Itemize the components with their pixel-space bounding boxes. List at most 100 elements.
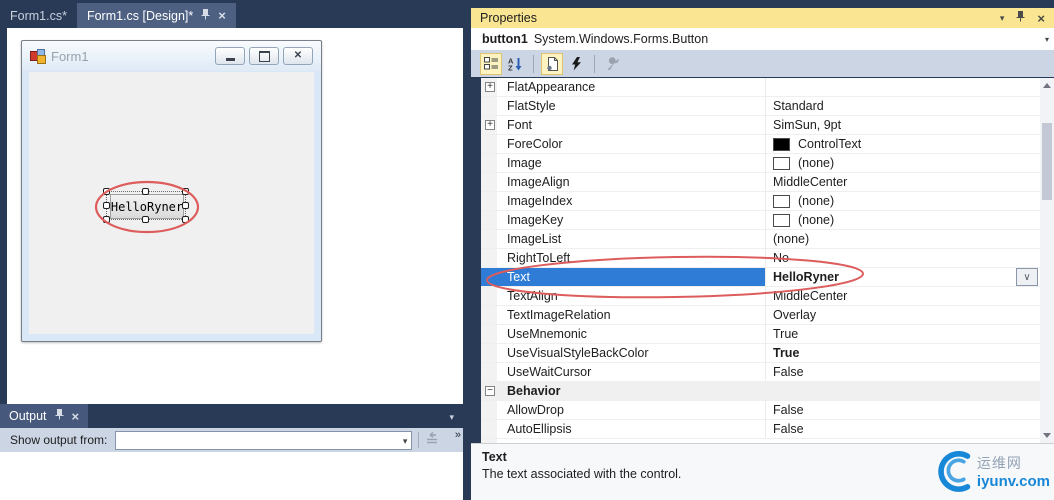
property-name-cell[interactable]: ImageAlign <box>481 173 765 191</box>
selection-handle[interactable] <box>182 188 189 195</box>
property-name-cell[interactable]: − Behavior <box>481 382 765 400</box>
collapse-icon[interactable]: − <box>485 386 495 396</box>
selection-handle[interactable] <box>182 216 189 223</box>
property-name-cell[interactable]: ForeColor <box>481 135 765 153</box>
chevron-down-icon[interactable]: ▾ <box>1045 35 1049 44</box>
property-value-cell[interactable]: SimSun, 9pt <box>765 116 1040 134</box>
property-name-cell[interactable]: UseMnemonic <box>481 325 765 343</box>
property-row[interactable]: FlatStyle Standard <box>481 97 1040 116</box>
property-value-cell[interactable]: MiddleCenter <box>765 173 1040 191</box>
property-name-cell[interactable]: FlatStyle <box>481 97 765 115</box>
close-icon[interactable]: × <box>1037 11 1045 26</box>
property-value-cell[interactable]: MiddleCenter <box>765 287 1040 305</box>
expand-icon[interactable]: + <box>485 82 495 92</box>
property-value-cell[interactable]: True <box>765 344 1040 362</box>
property-pages-icon[interactable] <box>602 53 624 75</box>
property-name-cell[interactable]: Text <box>481 268 765 286</box>
property-row[interactable]: Text HelloRyner ∨ <box>481 268 1040 287</box>
pin-icon[interactable] <box>1016 11 1025 25</box>
selection-handle[interactable] <box>103 216 110 223</box>
property-value-cell[interactable]: Standard <box>765 97 1040 115</box>
tab-form1-cs[interactable]: Form1.cs* <box>0 3 77 28</box>
property-category-row[interactable]: − Behavior <box>481 382 1040 401</box>
output-content[interactable] <box>0 452 463 500</box>
property-value-cell[interactable]: (none) <box>765 230 1040 248</box>
events-icon[interactable] <box>565 53 587 75</box>
property-row[interactable]: AutoEllipsis False <box>481 420 1040 439</box>
property-name-cell[interactable]: ImageList <box>481 230 765 248</box>
property-row[interactable]: ImageIndex (none) <box>481 192 1040 211</box>
property-row[interactable]: UseMnemonic True <box>481 325 1040 344</box>
property-row[interactable]: UseWaitCursor False <box>481 363 1040 382</box>
property-row[interactable]: RightToLeft No <box>481 249 1040 268</box>
property-row[interactable]: UseVisualStyleBackColor True <box>481 344 1040 363</box>
close-icon[interactable]: × <box>72 409 80 424</box>
property-row[interactable]: ImageKey (none) <box>481 211 1040 230</box>
categorized-icon[interactable] <box>480 52 502 75</box>
output-source-combobox[interactable]: ▾ <box>115 430 413 450</box>
pin-icon[interactable] <box>201 8 210 23</box>
message-list-icon[interactable] <box>425 431 441 449</box>
close-icon[interactable]: × <box>218 8 226 23</box>
pin-icon[interactable] <box>55 409 64 423</box>
output-window-dropdown-icon[interactable]: ▾ <box>449 412 454 423</box>
property-value: False <box>773 422 804 436</box>
property-name-cell[interactable]: ImageIndex <box>481 192 765 210</box>
selection-handle[interactable] <box>103 202 110 209</box>
selection-handle[interactable] <box>103 188 110 195</box>
property-name-cell[interactable]: Image <box>481 154 765 172</box>
selection-handle[interactable] <box>182 202 189 209</box>
scroll-up-icon[interactable] <box>1043 83 1051 88</box>
property-row[interactable]: TextAlign MiddleCenter <box>481 287 1040 306</box>
property-row[interactable]: Image (none) <box>481 154 1040 173</box>
property-value-cell[interactable]: Overlay <box>765 306 1040 324</box>
properties-page-icon[interactable] <box>541 52 563 75</box>
property-value-cell[interactable]: False <box>765 420 1040 438</box>
chevron-down-icon[interactable]: ▾ <box>403 436 408 446</box>
property-value-cell[interactable]: No <box>765 249 1040 267</box>
property-row[interactable]: TextImageRelation Overlay <box>481 306 1040 325</box>
scroll-down-icon[interactable] <box>1043 433 1051 438</box>
property-grid[interactable]: + FlatAppearance FlatStyle Standard + Font Sim… <box>481 78 1040 443</box>
property-name-cell[interactable]: ImageKey <box>481 211 765 229</box>
toolbar-overflow-icon[interactable]: » <box>455 429 461 441</box>
tab-form1-cs-design[interactable]: Form1.cs [Design]* × <box>76 3 236 28</box>
property-name-cell[interactable]: UseVisualStyleBackColor <box>481 344 765 362</box>
property-name-cell[interactable]: TextAlign <box>481 287 765 305</box>
grid-scrollbar[interactable] <box>1040 78 1054 443</box>
property-value-cell[interactable]: HelloRyner ∨ <box>765 268 1040 286</box>
property-value-cell[interactable]: False <box>765 401 1040 419</box>
property-value-cell[interactable]: (none) <box>765 154 1040 172</box>
property-name-cell[interactable]: + Font <box>481 116 765 134</box>
property-value-cell[interactable] <box>765 78 1040 96</box>
property-name-cell[interactable]: TextImageRelation <box>481 306 765 324</box>
property-row[interactable]: + FlatAppearance <box>481 78 1040 97</box>
property-name-cell[interactable]: + FlatAppearance <box>481 78 765 96</box>
properties-titlebar[interactable]: Properties ▾ × <box>471 8 1054 28</box>
property-row[interactable]: ImageList (none) <box>481 230 1040 249</box>
tab-output[interactable]: Output × <box>0 404 89 428</box>
property-value-cell[interactable]: ControlText <box>765 135 1040 153</box>
value-dropdown-button[interactable]: ∨ <box>1016 268 1038 286</box>
property-value-cell[interactable]: (none) <box>765 192 1040 210</box>
alphabetical-icon[interactable]: AZ <box>504 53 526 75</box>
property-name-cell[interactable]: AllowDrop <box>481 401 765 419</box>
window-position-dropdown-icon[interactable]: ▾ <box>1000 13 1005 24</box>
scrollbar-thumb[interactable] <box>1042 123 1052 200</box>
property-row[interactable]: ForeColor ControlText <box>481 135 1040 154</box>
expand-icon[interactable]: + <box>485 120 495 130</box>
selection-handle[interactable] <box>142 216 149 223</box>
property-value-cell[interactable]: True <box>765 325 1040 343</box>
property-row[interactable]: + Font SimSun, 9pt <box>481 116 1040 135</box>
selection-handle[interactable] <box>142 188 149 195</box>
property-name-cell[interactable]: UseWaitCursor <box>481 363 765 381</box>
form-designer-surface[interactable]: Form1 ✕ HelloRyner <box>7 28 463 404</box>
property-value-cell[interactable]: False <box>765 363 1040 381</box>
property-name-cell[interactable]: RightToLeft <box>481 249 765 267</box>
property-name-cell[interactable]: AutoEllipsis <box>481 420 765 438</box>
property-row[interactable]: ImageAlign MiddleCenter <box>481 173 1040 192</box>
property-value-cell[interactable]: (none) <box>765 211 1040 229</box>
property-row[interactable]: AllowDrop False <box>481 401 1040 420</box>
selected-button-control[interactable]: HelloRyner <box>103 188 189 223</box>
selected-object-combobox[interactable]: button1 System.Windows.Forms.Button ▾ <box>471 28 1054 50</box>
